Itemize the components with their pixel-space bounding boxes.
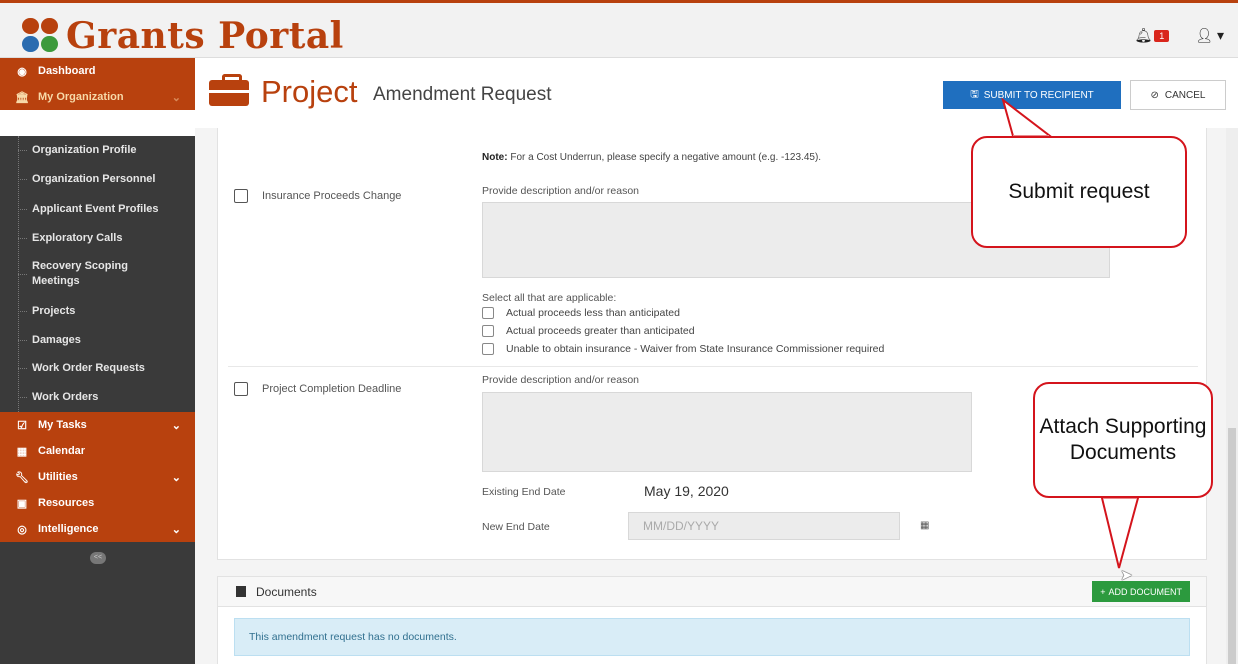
add-document-button[interactable]: + ADD DOCUMENT <box>1092 581 1190 602</box>
cancel-button-label: CANCEL <box>1164 89 1206 101</box>
documents-card: Documents + ADD DOCUMENT This amendment … <box>217 576 1207 664</box>
existing-end-date-value: May 19, 2020 <box>644 483 729 499</box>
sidebar-item-recovery-scoping-meetings[interactable]: Recovery Scoping Meetings <box>0 252 150 296</box>
sidebar-item-dashboard[interactable]: ◉ Dashboard <box>0 58 195 84</box>
insurance-description-label: Provide description and/or reason <box>482 185 640 197</box>
sidebar-item-label: My Tasks <box>38 419 87 431</box>
sidebar-item-work-order-requests[interactable]: Work Order Requests <box>0 354 195 382</box>
insurance-proceeds-checkbox[interactable] <box>234 189 248 203</box>
sidebar-item-label: Calendar <box>38 445 86 457</box>
new-end-date-label: New End Date <box>482 521 550 533</box>
unable-insurance-checkbox[interactable] <box>482 343 494 355</box>
notification-badge: 1 <box>1154 29 1170 42</box>
documents-header: Documents + ADD DOCUMENT <box>218 577 1206 607</box>
submit-to-recipient-button[interactable]: 🖫︎ SUBMIT TO RECIPIENT <box>943 81 1121 109</box>
option-label: Actual proceeds greater than anticipated <box>506 325 695 337</box>
brand-name: Grants Portal <box>66 15 344 57</box>
resources-icon: ▣ <box>16 497 28 510</box>
attach-documents-callout: Attach Supporting Documents <box>1033 382 1213 498</box>
project-completion-deadline-option[interactable]: Project Completion Deadline <box>234 382 401 396</box>
existing-end-date-label: Existing End Date <box>482 486 566 498</box>
sidebar-item-organization-personnel[interactable]: Organization Personnel <box>0 164 195 194</box>
add-document-label: ADD DOCUMENT <box>1108 586 1183 597</box>
new-end-date-input[interactable]: MM/DD/YYYY <box>628 512 900 540</box>
sidebar-item-organization-profile[interactable]: Organization Profile <box>0 136 195 164</box>
calendar-icon[interactable]: ▦ <box>920 520 929 531</box>
option-proceeds-greater[interactable]: Actual proceeds greater than anticipated <box>482 325 695 337</box>
dashboard-icon: ◉ <box>17 65 27 78</box>
option-unable-to-obtain-insurance[interactable]: Unable to obtain insurance - Waiver from… <box>482 343 884 355</box>
deadline-description-textarea[interactable] <box>482 392 972 472</box>
file-icon <box>236 586 246 597</box>
sidebar-item-calendar[interactable]: ▦ Calendar <box>0 438 195 464</box>
caret-down-icon: ▾ <box>1216 27 1224 43</box>
option-label: Actual proceeds less than anticipated <box>506 307 680 319</box>
chevron-down-icon: ⌄ <box>171 523 181 536</box>
page-title: Project <box>261 74 358 109</box>
sidebar-item-damages[interactable]: Damages <box>0 326 195 354</box>
plus-icon: + <box>1100 586 1106 597</box>
briefcase-icon <box>209 74 249 106</box>
save-icon: 🖫︎ <box>970 88 979 100</box>
select-applicable-label: Select all that are applicable: <box>482 292 617 304</box>
sidebar: ◉ Dashboard 🏛︎ My Organization ⌄ Organiz… <box>0 58 195 664</box>
brand-logo[interactable]: Grants Portal <box>22 15 344 57</box>
sidebar-item-label: Intelligence <box>38 523 99 535</box>
user-menu-button[interactable]: 👤︎ ▾ <box>1195 27 1224 44</box>
bell-icon: 🔔︎ <box>1134 27 1153 43</box>
deadline-description-label: Provide description and/or reason <box>482 374 640 386</box>
sidebar-item-intelligence[interactable]: ◎ Intelligence ⌄ <box>0 516 195 542</box>
proceeds-less-checkbox[interactable] <box>482 307 494 319</box>
chevron-down-icon: ⌄ <box>171 91 181 104</box>
organization-submenu: Organization Profile Organization Person… <box>0 136 195 412</box>
submit-request-callout: Submit request <box>971 136 1187 248</box>
scrollbar[interactable] <box>1226 128 1238 664</box>
ban-icon: ⊘ <box>1150 89 1159 101</box>
sidebar-item-projects[interactable]: Projects <box>0 296 195 326</box>
note-bold: Note: <box>482 152 508 163</box>
sidebar-item-utilities[interactable]: 🔧︎ Utilities ⌄ <box>0 464 195 490</box>
chevron-down-icon: ⌄ <box>171 471 181 484</box>
user-icon: 👤︎ <box>1195 27 1214 43</box>
no-documents-message: This amendment request has no documents. <box>234 618 1190 656</box>
sidebar-item-label: Dashboard <box>38 65 96 77</box>
notifications-button[interactable]: 🔔︎ 1 <box>1135 27 1170 44</box>
chevron-down-icon: ⌄ <box>171 419 181 432</box>
completion-deadline-checkbox[interactable] <box>234 382 248 396</box>
sidebar-item-my-tasks[interactable]: ☑ My Tasks ⌄ <box>0 412 195 438</box>
sidebar-item-work-orders[interactable]: Work Orders <box>0 382 195 412</box>
option-label: Unable to obtain insurance - Waiver from… <box>506 343 885 355</box>
insurance-proceeds-label: Insurance Proceeds Change <box>262 190 402 202</box>
note-text: For a Cost Underrun, please specify a ne… <box>510 152 822 163</box>
cost-underrun-note: Note: For a Cost Underrun, please specif… <box>482 152 821 163</box>
sidebar-item-exploratory-calls[interactable]: Exploratory Calls <box>0 223 195 252</box>
sidebar-item-label: Resources <box>38 497 95 509</box>
sidebar-item-resources[interactable]: ▣ Resources <box>0 490 195 516</box>
insurance-proceeds-change-option[interactable]: Insurance Proceeds Change <box>234 189 401 203</box>
page-header: Project Amendment Request 🖫︎ SUBMIT TO R… <box>195 58 1238 128</box>
page-subtitle: Amendment Request <box>373 84 552 105</box>
option-proceeds-less[interactable]: Actual proceeds less than anticipated <box>482 307 680 319</box>
calendar-icon: ▦ <box>16 445 28 458</box>
checkbox-icon: ☑ <box>17 419 27 432</box>
wrench-icon: 🔧︎ <box>15 471 29 484</box>
mouse-cursor-icon: ➤ <box>1120 567 1133 584</box>
scrollbar-thumb[interactable] <box>1228 428 1236 664</box>
completion-deadline-label: Project Completion Deadline <box>262 383 402 395</box>
top-bar: Grants Portal 🔔︎ 1 👤︎ ▾ <box>0 0 1238 58</box>
row-divider <box>228 366 1198 367</box>
sidebar-item-label: My Organization <box>38 91 124 103</box>
sidebar-item-applicant-event-profiles[interactable]: Applicant Event Profiles <box>0 194 195 223</box>
sidebar-collapse-button[interactable]: << <box>90 552 106 564</box>
logo-icon <box>22 18 62 54</box>
documents-title: Documents <box>256 584 317 599</box>
submit-button-label: SUBMIT TO RECIPIENT <box>983 89 1094 101</box>
bank-icon: 🏛︎ <box>15 91 29 104</box>
eye-icon: ◎ <box>17 523 27 536</box>
cancel-button[interactable]: ⊘ CANCEL <box>1130 80 1226 110</box>
proceeds-greater-checkbox[interactable] <box>482 325 494 337</box>
sidebar-item-my-organization[interactable]: 🏛︎ My Organization ⌄ <box>0 84 195 110</box>
sidebar-item-label: Utilities <box>38 471 78 483</box>
